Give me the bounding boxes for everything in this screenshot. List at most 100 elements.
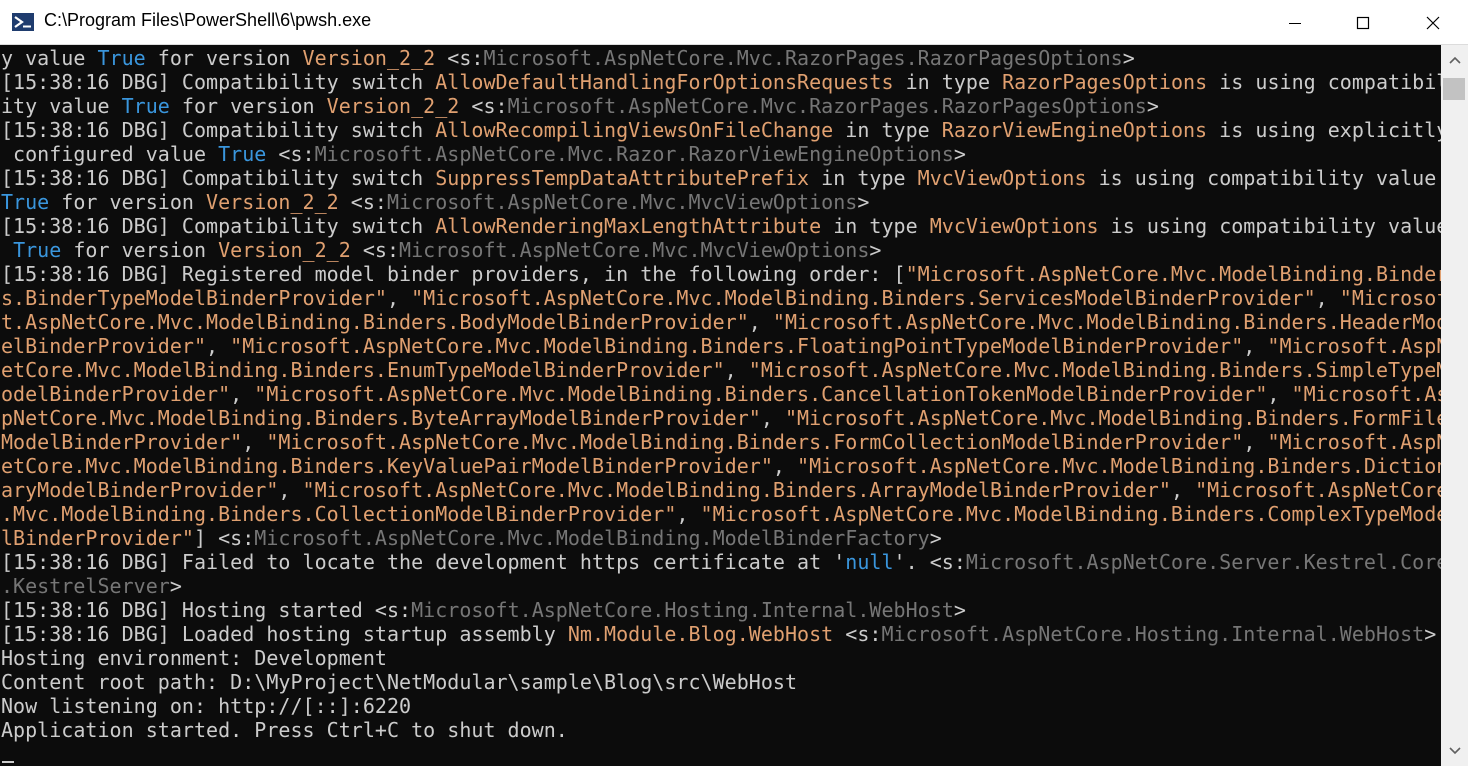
console-text-segment: True xyxy=(1,190,50,214)
console-text-segment: is using compatibility value xyxy=(1098,214,1441,238)
console-text-segment: null xyxy=(845,550,894,574)
console-line: True for version Version_2_2 <s:Microsof… xyxy=(1,190,1441,214)
console-line: t.AspNetCore.Mvc.ModelBinding.Binders.Bo… xyxy=(1,310,1441,334)
console-text-segment: , xyxy=(1243,430,1268,454)
console-text-segment: "Microsoft.AspNetCore.Mvc.ModelBinding.B… xyxy=(748,358,1441,382)
console-line: Hosting environment: Development xyxy=(1,646,1441,670)
console-text-segment: , xyxy=(206,334,231,358)
console-output[interactable]: y value True for version Version_2_2 <s:… xyxy=(0,45,1441,766)
title-bar[interactable]: C:\Program Files\PowerShell\6\pwsh.exe xyxy=(0,0,1468,45)
console-line: aryModelBinderProvider", "Microsoft.AspN… xyxy=(1,478,1441,502)
console-text-segment: RazorPagesOptions xyxy=(1002,70,1208,94)
console-text-segment: Microsoft.AspNetCore.Mvc.MvcViewOptions xyxy=(399,238,870,262)
console-text-segment: pNetCore.Mvc.ModelBinding.Binders.ByteAr… xyxy=(1,406,761,430)
console-text-segment: MvcViewOptions xyxy=(917,166,1087,190)
console-text-segment: y value xyxy=(1,46,98,70)
console-line: y value True for version Version_2_2 <s:… xyxy=(1,46,1441,70)
console-line: lBinderProvider"] <s:Microsoft.AspNetCor… xyxy=(1,526,1441,550)
console-text-segment: [15:38:16 DBG] Compatibility switch xyxy=(1,70,436,94)
console-text-segment: "Microsoft.As xyxy=(1291,382,1441,406)
console-text-segment: , xyxy=(1243,334,1268,358)
powershell-prompt-icon xyxy=(12,11,34,33)
console-text-segment: <s: xyxy=(350,238,400,262)
console-text-segment: , xyxy=(230,382,255,406)
console-text-segment: [15:38:16 DBG] Compatibility switch xyxy=(1,214,436,238)
console-text-segment: > xyxy=(1146,94,1159,118)
console-text-segment: True xyxy=(13,238,62,262)
console-text-segment: for version xyxy=(169,94,327,118)
console-text-segment: , xyxy=(1170,478,1196,502)
console-line: etCore.Mvc.ModelBinding.Binders.EnumType… xyxy=(1,358,1441,382)
console-text-segment: .KestrelServer xyxy=(1,574,170,598)
console-text-segment: "Microsof xyxy=(1339,286,1441,310)
console-text-segment: , xyxy=(1315,286,1340,310)
console-line: Now listening on: http://[::]:6220 xyxy=(1,694,1441,718)
console-text-segment: etCore.Mvc.ModelBinding.Binders.KeyValue… xyxy=(1,454,773,478)
console-text-segment: , xyxy=(386,286,412,310)
maximize-icon xyxy=(1356,16,1370,29)
text-cursor xyxy=(2,761,14,763)
console-line: configured value True <s:Microsoft.AspNe… xyxy=(1,142,1441,166)
console-text-segment: > xyxy=(857,190,870,214)
console-text-segment: "Microsoft.AspNetCore.Mvc.ModelBinding.B… xyxy=(700,502,1441,526)
console-text-segment: Now listening on: http://[::]:6220 xyxy=(1,694,412,718)
minimize-button[interactable] xyxy=(1260,0,1330,45)
console-text-segment: , xyxy=(748,310,773,334)
console-line: .Mvc.ModelBinding.Binders.CollectionMode… xyxy=(1,502,1441,526)
console-text-segment: Microsoft.AspNetCore.Mvc.RazorPages.Razo… xyxy=(483,46,1123,70)
console-text-segment: "Microsoft.AspNetCore.Mvc.ModelBinding.B… xyxy=(411,286,1316,310)
console-text-segment: Version_2_2 xyxy=(302,46,436,70)
console-text-segment: "Microsoft.AspNetCore.Mvc.ModelBinding.B… xyxy=(302,478,1171,502)
console-text-segment: '. <s: xyxy=(893,550,966,574)
console-text-segment: Version_2_2 xyxy=(206,190,339,214)
console-text-segment: odelBinderProvider" xyxy=(1,382,231,406)
console-text-segment: <s: xyxy=(266,142,315,166)
console-text-segment: ity value xyxy=(1,94,122,118)
console-text-segment: , xyxy=(676,502,701,526)
console-text-segment: Nm.Module.Blog.WebHost xyxy=(567,622,834,646)
scrollbar-thumb[interactable] xyxy=(1443,78,1465,100)
vertical-scrollbar[interactable] xyxy=(1441,45,1468,766)
console-text-segment: AllowRenderingMaxLengthAttribute xyxy=(435,214,822,238)
console-text-segment: t.AspNetCore.Mvc.ModelBinding.Binders.Bo… xyxy=(1,310,749,334)
console-text-segment: , xyxy=(242,430,267,454)
console-text-segment: True xyxy=(97,46,146,70)
console-text-segment: > xyxy=(953,142,966,166)
maximize-button[interactable] xyxy=(1328,0,1398,45)
console-text-segment: > xyxy=(869,238,882,262)
console-text-segment: "Microsoft.AspNetCore xyxy=(1195,478,1441,502)
console-text-segment: s.BinderTypeModelBinderProvider" xyxy=(1,286,387,310)
console-text-segment: Microsoft.AspNetCore.Mvc.RazorPages.Razo… xyxy=(507,94,1147,118)
console-text-segment xyxy=(1,238,13,262)
console-text-segment: is using compatibility value xyxy=(1086,166,1437,190)
minimize-icon xyxy=(1289,22,1301,24)
console-text-segment: etCore.Mvc.ModelBinding.Binders.EnumType… xyxy=(1,358,725,382)
console-line: [15:38:16 DBG] Compatibility switch Supp… xyxy=(1,166,1441,190)
console-line: [15:38:16 DBG] Failed to locate the deve… xyxy=(1,550,1441,574)
console-text-segment: ModelBinderProvider" xyxy=(1,430,243,454)
console-text-segment: > xyxy=(953,598,966,622)
console-text-segment: for version xyxy=(145,46,303,70)
console-line: etCore.Mvc.ModelBinding.Binders.KeyValue… xyxy=(1,454,1441,478)
console-line: elBinderProvider", "Microsoft.AspNetCore… xyxy=(1,334,1441,358)
console-text-segment: [15:38:16 DBG] Compatibility switch xyxy=(1,166,436,190)
console-text-segment: MvcViewOptions xyxy=(929,214,1099,238)
close-button[interactable] xyxy=(1398,0,1468,45)
close-icon xyxy=(1426,16,1440,29)
console-text-segment: , xyxy=(772,454,798,478)
console-text-segment: "Microsoft.AspNetCore.Mvc.ModelBinding.B… xyxy=(905,262,1441,286)
console-text-segment: aryModelBinderProvider" xyxy=(1,478,279,502)
console-text-segment: Version_2_2 xyxy=(218,238,351,262)
console-text-segment: [15:38:16 DBG] Compatibility switch xyxy=(1,118,436,142)
console-text-segment: is using compatibil xyxy=(1207,70,1441,94)
scroll-down-button[interactable] xyxy=(1441,739,1468,763)
chevron-down-icon xyxy=(1448,747,1461,755)
console-text-segment: , xyxy=(278,478,303,502)
console-text-segment: Content root path: D:\MyProject\NetModul… xyxy=(1,670,798,694)
console-text-segment: "Microsoft.AspN xyxy=(1267,334,1441,358)
scroll-up-button[interactable] xyxy=(1441,48,1468,72)
console-line: .KestrelServer> xyxy=(1,574,1441,598)
console-line: [15:38:16 DBG] Registered model binder p… xyxy=(1,262,1441,286)
console-text-segment: True xyxy=(218,142,267,166)
console-line: s.BinderTypeModelBinderProvider", "Micro… xyxy=(1,286,1441,310)
